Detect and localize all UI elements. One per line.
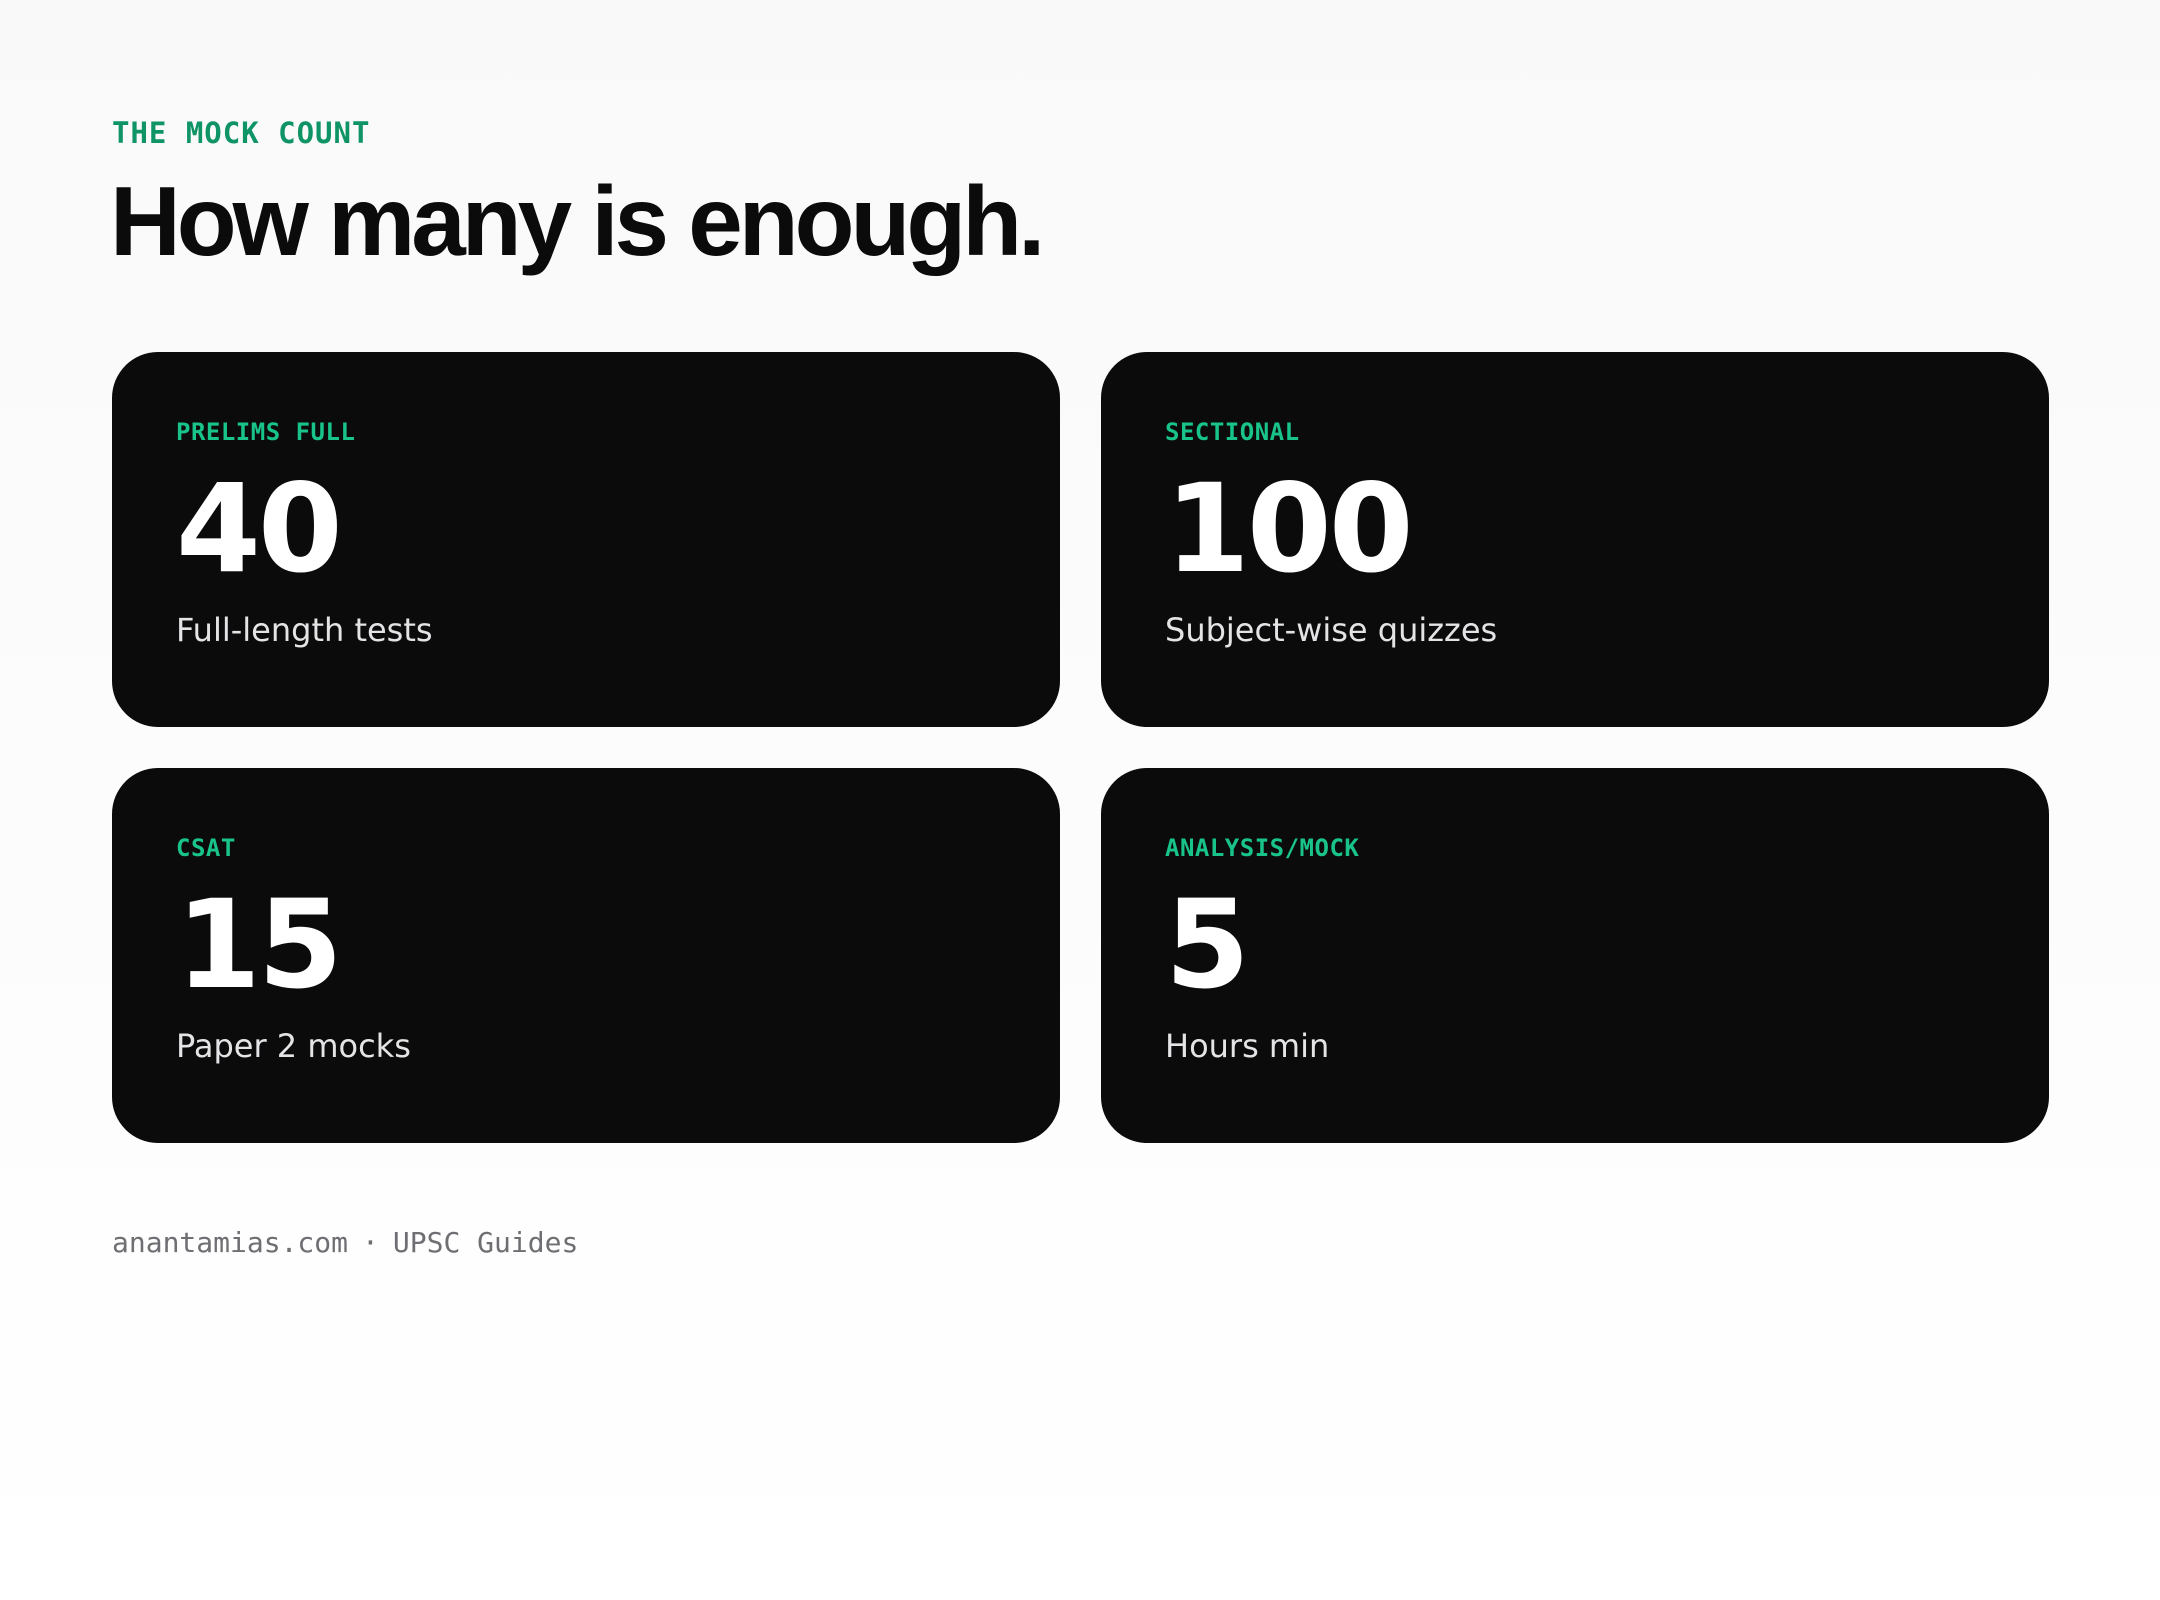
stat-card-sectional: SECTIONAL 100 Subject-wise quizzes — [1101, 352, 2049, 727]
footer-section-label: UPSC Guides — [392, 1226, 579, 1259]
stat-caption: Paper 2 mocks — [176, 1027, 411, 1065]
stat-value: 5 — [1165, 874, 1250, 1016]
stat-card-csat: CSAT 15 Paper 2 mocks — [112, 768, 1060, 1143]
footer-credit: anantamias.com · UPSC Guides — [112, 1226, 578, 1259]
stat-value: 40 — [176, 458, 343, 600]
stat-card-prelims-full: PRELIMS FULL 40 Full-length tests — [112, 352, 1060, 727]
footer-site-link[interactable]: anantamias.com — [112, 1226, 348, 1259]
section-kicker: THE MOCK COUNT — [112, 116, 371, 150]
stat-caption: Subject-wise quizzes — [1165, 611, 1498, 649]
stat-value: 15 — [176, 874, 343, 1016]
stats-grid: PRELIMS FULL 40 Full-length tests SECTIO… — [112, 352, 2049, 1143]
footer-separator: · — [362, 1226, 379, 1259]
page-title: How many is enough. — [110, 166, 1045, 276]
stat-label: PRELIMS FULL — [176, 418, 356, 446]
page: THE MOCK COUNT How many is enough. PRELI… — [0, 0, 2160, 1600]
stat-label: CSAT — [176, 834, 236, 862]
stat-caption: Full-length tests — [176, 611, 433, 649]
stat-card-analysis-mock: ANALYSIS/MOCK 5 Hours min — [1101, 768, 2049, 1143]
stat-label: SECTIONAL — [1165, 418, 1300, 446]
stat-label: ANALYSIS/MOCK — [1165, 834, 1360, 862]
stat-value: 100 — [1165, 458, 1414, 600]
stat-caption: Hours min — [1165, 1027, 1330, 1065]
